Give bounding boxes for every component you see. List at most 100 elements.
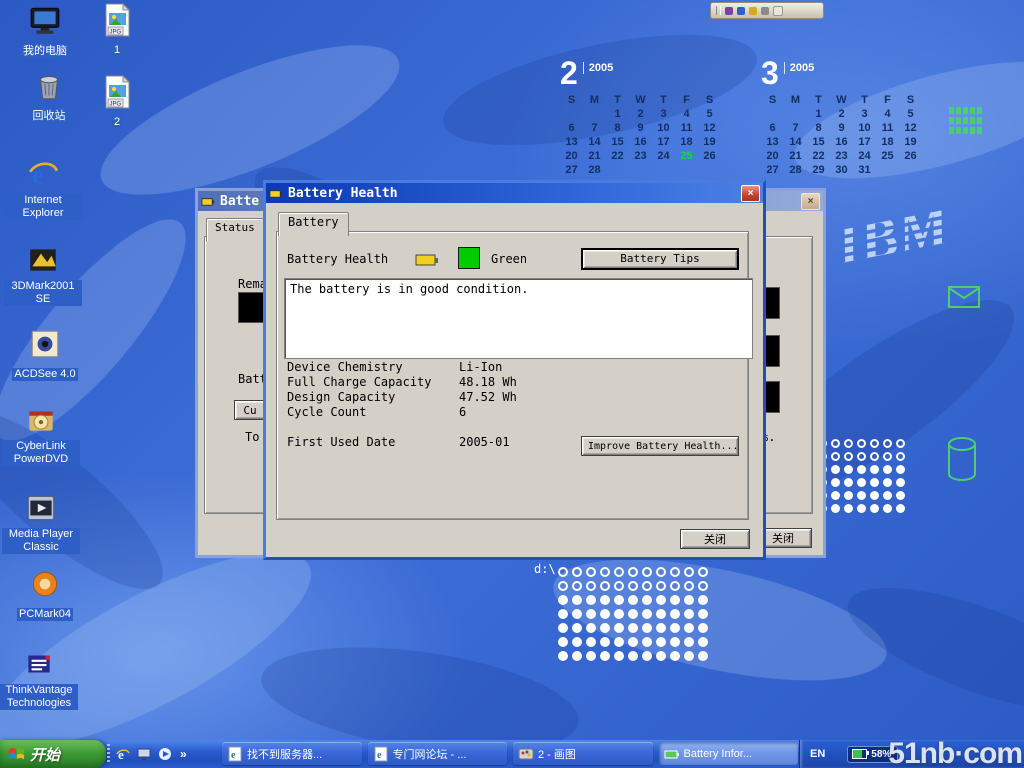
- close-icon[interactable]: ×: [801, 193, 820, 210]
- jpg-file-icon: JPG: [100, 2, 134, 38]
- taskbar-task-1[interactable]: e找不到服务器...: [222, 742, 362, 765]
- dialog-title: Battery Health: [288, 186, 398, 201]
- decor-dot: [656, 595, 666, 605]
- desktop-icon-pcmark04[interactable]: PCMark04: [6, 566, 84, 622]
- decor-dot: [870, 465, 879, 474]
- show-desktop-icon[interactable]: [136, 746, 152, 762]
- decor-dot: [883, 478, 892, 487]
- decor-dot: [586, 595, 596, 605]
- calendar-day: 28: [784, 163, 807, 177]
- decor-dot: [572, 637, 582, 647]
- tab-battery[interactable]: Battery: [278, 212, 349, 236]
- calendar-grid: SMTWTFS123456789101112131415161718192021…: [761, 93, 922, 177]
- acdsee-icon: [28, 326, 62, 362]
- calendar-day: 24: [652, 149, 675, 163]
- info-label: Design Capacity: [287, 390, 459, 405]
- decor-dot: [698, 651, 708, 661]
- desktop-icon-jpg-1[interactable]: JPG1: [78, 2, 156, 58]
- decor-dot: [600, 609, 610, 619]
- decor-dot: [870, 504, 879, 513]
- desktop-icon-cyberlink-powerdvd[interactable]: CyberLink PowerDVD: [2, 402, 80, 467]
- calendar-day: 18: [675, 135, 698, 149]
- calendar-day: 21: [583, 149, 606, 163]
- media-player-icon[interactable]: [157, 746, 173, 762]
- decor-dot: [600, 623, 610, 633]
- svg-text:e: e: [377, 750, 382, 761]
- desktop-icon-media-player-classic[interactable]: Media Player Classic: [2, 490, 80, 555]
- toolbar-icon-1[interactable]: [725, 7, 733, 15]
- calendar-day: 25: [876, 149, 899, 163]
- calendar-weekday: F: [675, 93, 698, 107]
- icon-label: Media Player Classic: [2, 528, 80, 554]
- 3dmark2001-se-icon: [26, 242, 60, 278]
- calendar-weekday: W: [830, 93, 853, 107]
- battery-icon: [415, 253, 439, 271]
- decor-dot: [698, 637, 708, 647]
- current-button-fragment[interactable]: Cu: [234, 400, 266, 420]
- battery-tips-button[interactable]: Battery Tips: [581, 248, 739, 270]
- toolbar-icon-3[interactable]: [749, 7, 757, 15]
- internet-explorer-icon[interactable]: e: [115, 746, 131, 762]
- desktop-icon-jpg-2[interactable]: JPG2: [78, 74, 156, 130]
- drive-path-label: d:\: [534, 562, 556, 576]
- task-label: 找不到服务器...: [247, 746, 322, 762]
- tab-status[interactable]: Status: [206, 218, 264, 241]
- start-label: 开始: [30, 744, 60, 765]
- toolbar-icon-2[interactable]: [737, 7, 745, 15]
- toolbar-icon-5[interactable]: [773, 6, 783, 16]
- access-ibm-toolbar[interactable]: [710, 2, 824, 19]
- decor-dot: [870, 478, 879, 487]
- desktop-icon-internet-explorer[interactable]: eInternet Explorer: [4, 156, 82, 221]
- decor-dot: [558, 609, 568, 619]
- desktop-icon-my-computer[interactable]: 我的电脑: [6, 3, 84, 59]
- info-label: Cycle Count: [287, 405, 459, 420]
- quick-launch-bar: e »: [104, 740, 224, 768]
- decor-dot: [558, 581, 568, 591]
- calendar-day: 13: [560, 135, 583, 149]
- condition-text-area[interactable]: The battery is in good condition.: [284, 278, 753, 359]
- dialog-titlebar[interactable]: Battery Health ×: [266, 183, 763, 203]
- desktop-icon-recycle-bin[interactable]: 回收站: [10, 68, 88, 124]
- calendar-day: 4: [876, 107, 899, 121]
- calendar-day: 31: [853, 163, 876, 177]
- decor-dot: [684, 595, 694, 605]
- toolbar-grip[interactable]: [107, 744, 110, 764]
- desktop[interactable]: 我的电脑回收站 eInternet Explorer 3DMark2001 SE AC…: [0, 0, 1024, 768]
- decor-dot: [670, 567, 680, 577]
- calendar-day: 23: [830, 149, 853, 163]
- improve-battery-health-button[interactable]: Improve Battery Health...: [581, 436, 739, 456]
- close-icon[interactable]: ×: [741, 185, 760, 202]
- desktop-icon-acdsee[interactable]: ACDSee 4.0: [6, 326, 84, 382]
- calendar-year: 2005: [583, 62, 613, 74]
- decor-dot: [857, 439, 866, 448]
- calendar-weekday: S: [698, 93, 721, 107]
- desktop-icon-thinkvantage-technologies[interactable]: ThinkVantage Technologies: [0, 646, 78, 711]
- toolbar-icon-4[interactable]: [761, 7, 769, 15]
- calendar-day: 27: [761, 163, 784, 177]
- start-button[interactable]: 开始: [0, 740, 106, 768]
- ie-icon: e: [227, 746, 243, 762]
- chevron-overflow-icon[interactable]: »: [180, 747, 187, 761]
- calendar-day: 4: [675, 107, 698, 121]
- health-status-swatch: [458, 247, 480, 269]
- taskbar-task-2[interactable]: e专门网论坛 - ...: [368, 742, 508, 765]
- battery-health-label: Battery Health: [287, 252, 388, 266]
- calendar-day: 2: [629, 107, 652, 121]
- task-label: Battery Infor...: [684, 748, 752, 760]
- battery-icon: [852, 749, 867, 759]
- icon-label: PCMark04: [17, 608, 73, 621]
- taskbar-task-4[interactable]: Battery Infor...: [659, 742, 799, 765]
- calendar-weekday: S: [761, 93, 784, 107]
- taskbar-task-3[interactable]: 2 - 画图: [513, 742, 653, 765]
- language-indicator[interactable]: EN: [810, 748, 825, 760]
- battery-tab-page: Battery Health Green Battery Tips The ba…: [276, 231, 749, 520]
- desktop-icon-3dmark2001-se[interactable]: 3DMark2001 SE: [4, 242, 82, 307]
- decor-dot: [844, 439, 853, 448]
- dialog-close-button[interactable]: 关闭: [680, 529, 750, 549]
- battery-info-row: Cycle Count6: [287, 405, 732, 420]
- decor-dot: [558, 567, 568, 577]
- decor-dot: [614, 651, 624, 661]
- ibm-logo-text: IBM: [830, 193, 957, 279]
- info-value: 6: [459, 405, 466, 420]
- decor-dot: [684, 609, 694, 619]
